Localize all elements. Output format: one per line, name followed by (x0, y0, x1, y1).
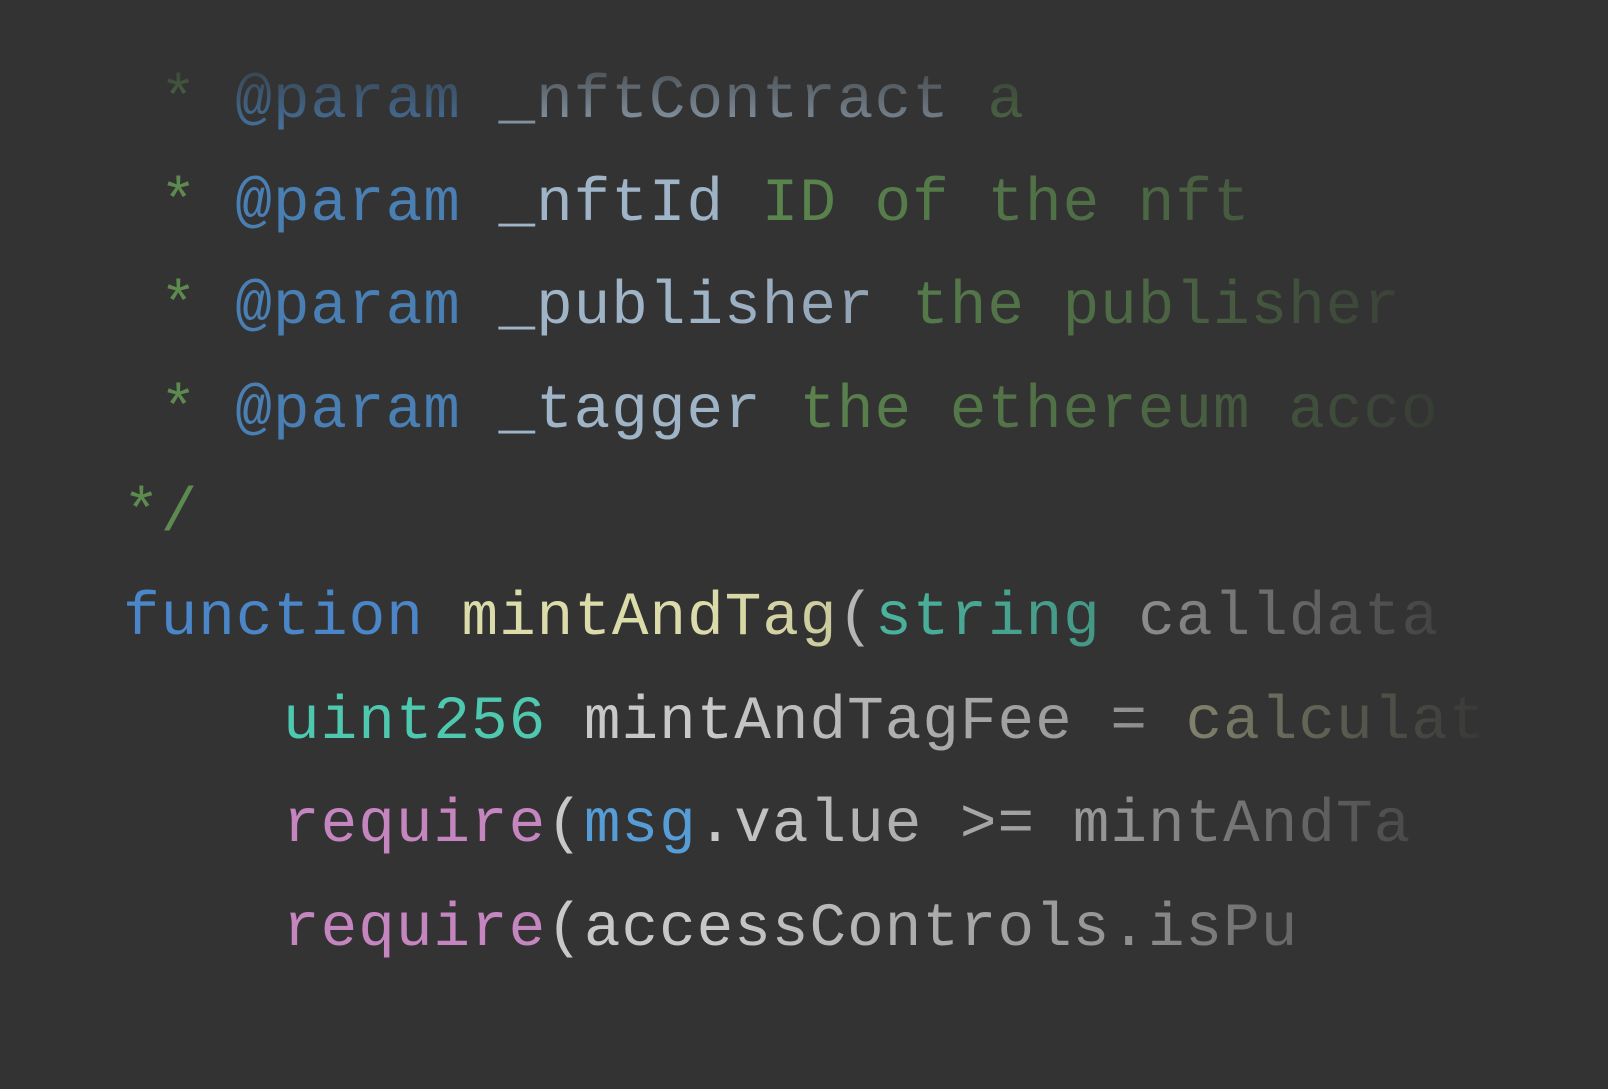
code-line-1: * @param _nftContract a (0, 50, 1025, 154)
code-line-9: require(accessControls.isPu (0, 878, 1298, 982)
param-name: _publisher (498, 273, 875, 342)
doc-tag: @param (235, 377, 461, 446)
variable-name: mintAndTagFee (583, 688, 1073, 757)
code-text: calldata (1138, 584, 1440, 653)
code-text: accessControls.isPu (583, 895, 1299, 964)
param-description: a (987, 67, 1025, 136)
doc-tag: @param (235, 273, 461, 342)
require-call: require (283, 895, 547, 964)
open-paren: ( (546, 895, 584, 964)
open-paren: ( (837, 584, 876, 653)
operator: = (1110, 688, 1148, 757)
code-line-8: require(msg.value >= mintAndTa (0, 774, 1411, 878)
fade-overlay-bottom (0, 969, 1608, 1089)
function-keyword: function (123, 584, 424, 653)
open-paren: ( (546, 791, 584, 860)
param-name: _nftContract (498, 67, 950, 136)
code-text: .value >= mintAndTa (696, 791, 1412, 860)
function-call: calculat (1185, 688, 1487, 757)
type-keyword: uint256 (283, 688, 547, 757)
comment-close: */ (123, 480, 199, 549)
code-line-6: function mintAndTag(string calldata (0, 567, 1439, 671)
code-line-2: * @param _nftId ID of the nft (0, 153, 1251, 257)
code-editor[interactable]: * @param _nftContract a * @param _nftId … (0, 0, 1608, 1089)
comment-bullet: * (160, 170, 198, 239)
code-line-5: */ (0, 463, 198, 567)
require-call: require (283, 791, 547, 860)
function-name: mintAndTag (461, 584, 838, 653)
comment-bullet: * (160, 273, 198, 342)
comment-bullet: * (160, 377, 198, 446)
doc-tag: @param (235, 170, 461, 239)
code-line-3: * @param _publisher the publisher (0, 256, 1401, 360)
comment-bullet: * (160, 67, 198, 136)
param-description: ID of the nft (761, 170, 1251, 239)
type-keyword: string (875, 584, 1101, 653)
code-line-4: * @param _tagger the ethereum acco (0, 360, 1439, 464)
msg-object: msg (583, 791, 697, 860)
param-name: _nftId (498, 170, 725, 239)
param-name: _tagger (498, 377, 762, 446)
doc-tag: @param (235, 67, 461, 136)
param-description: the ethereum acco (799, 377, 1439, 446)
param-description: the publisher (912, 273, 1402, 342)
code-line-7: uint256 mintAndTagFee = calculat (0, 671, 1486, 775)
